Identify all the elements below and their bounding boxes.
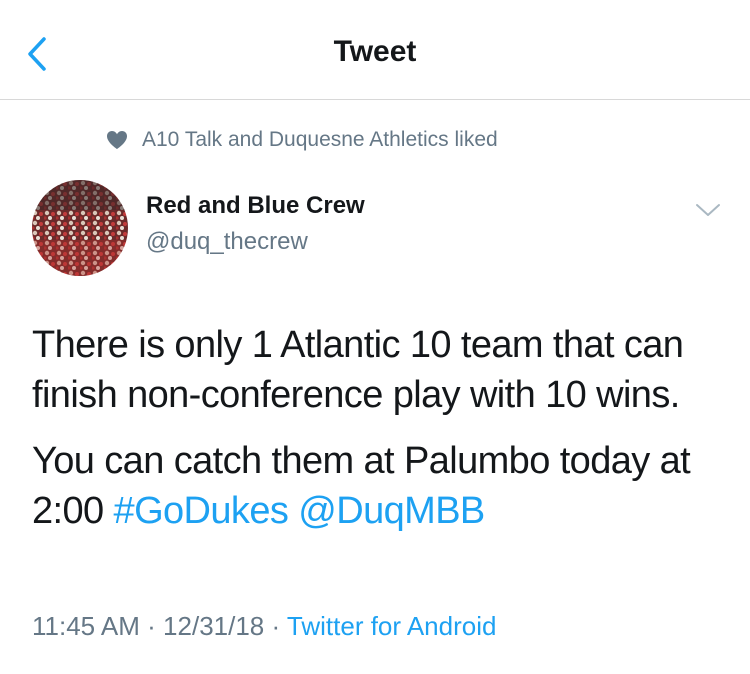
tweet-text: There is only 1 Atlantic 10 team that ca… — [32, 320, 732, 536]
meta-separator: · — [264, 611, 287, 641]
social-context-text: A10 Talk and Duquesne Athletics liked — [142, 128, 498, 151]
author-display-name[interactable]: Red and Blue Crew — [146, 192, 365, 220]
author-handle[interactable]: @duq_thecrew — [146, 228, 308, 256]
tweet-paragraph-1: There is only 1 Atlantic 10 team that ca… — [32, 324, 684, 416]
page-title: Tweet — [333, 35, 417, 68]
mention-link[interactable]: @DuqMBB — [298, 490, 485, 532]
social-context: A10 Talk and Duquesne Athletics liked — [106, 125, 498, 155]
tweet-paragraph-2: You can catch them at Palumbo today at 2… — [32, 436, 732, 536]
tweet-time: 11:45 AM — [32, 611, 140, 641]
tweet-source-link[interactable]: Twitter for Android — [287, 611, 497, 641]
nav-bar: Tweet — [0, 0, 750, 100]
tweet-date: 12/31/18 — [163, 611, 265, 641]
avatar-image — [32, 180, 128, 276]
meta-separator: · — [139, 611, 164, 641]
chevron-down-icon[interactable] — [694, 200, 722, 220]
tweet-meta: 11:45 AM · 12/31/18 · Twitter for Androi… — [32, 611, 496, 642]
heart-icon — [107, 131, 127, 149]
hashtag-link[interactable]: #GoDukes — [114, 490, 289, 532]
avatar[interactable] — [32, 180, 128, 276]
